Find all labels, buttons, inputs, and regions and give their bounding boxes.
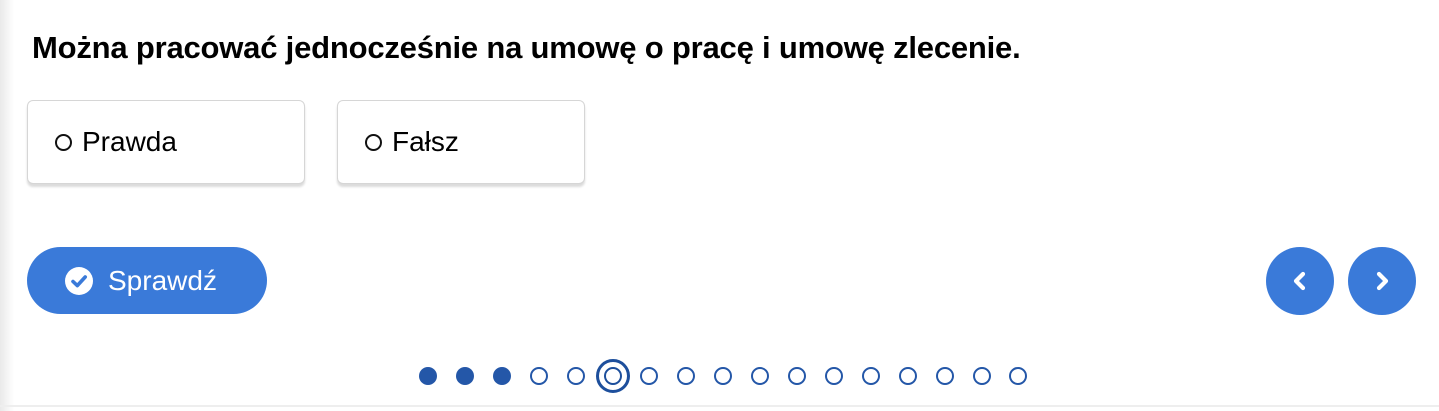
pagination-dot-8[interactable] <box>677 367 696 385</box>
question-text: Można pracować jednocześnie na umowę o p… <box>32 30 1021 65</box>
pagination-dot-14[interactable] <box>898 367 917 385</box>
pagination-dot-4[interactable] <box>529 367 548 385</box>
pagination-dot-1[interactable] <box>419 367 437 385</box>
pagination-dot-3[interactable] <box>492 367 511 385</box>
check-button-label: Sprawdź <box>108 264 217 296</box>
next-question-button[interactable] <box>1348 247 1416 315</box>
pagination-dot-17[interactable] <box>1009 367 1028 385</box>
option-false[interactable]: Fałsz <box>337 100 585 184</box>
pagination-dot-2[interactable] <box>455 367 474 385</box>
pagination-dot-13[interactable] <box>861 367 880 385</box>
chevron-left-icon <box>1293 271 1306 291</box>
radio-icon[interactable] <box>55 133 72 151</box>
edge-shadow <box>0 0 14 411</box>
pagination-dot-10[interactable] <box>751 367 770 385</box>
pagination-dot-12[interactable] <box>824 367 843 385</box>
previous-question-button[interactable] <box>1266 247 1334 315</box>
check-circle-icon <box>65 266 93 295</box>
pagination-dot-9[interactable] <box>714 367 733 385</box>
pagination-dot-11[interactable] <box>788 367 806 385</box>
pagination-dot-6[interactable] <box>595 359 630 393</box>
chevron-right-icon <box>1376 271 1389 291</box>
pagination-dot-15[interactable] <box>935 367 954 385</box>
option-label: Prawda <box>82 126 177 157</box>
pagination-dot-16[interactable] <box>972 367 991 385</box>
radio-icon[interactable] <box>365 133 382 151</box>
pagination-dot-5[interactable] <box>566 367 585 385</box>
option-label: Fałsz <box>392 126 459 157</box>
check-button[interactable]: Sprawdź <box>27 247 267 314</box>
divider <box>0 405 1439 407</box>
question-pagination <box>0 358 1439 396</box>
option-true[interactable]: Prawda <box>27 100 305 184</box>
pagination-dot-7[interactable] <box>640 367 659 385</box>
